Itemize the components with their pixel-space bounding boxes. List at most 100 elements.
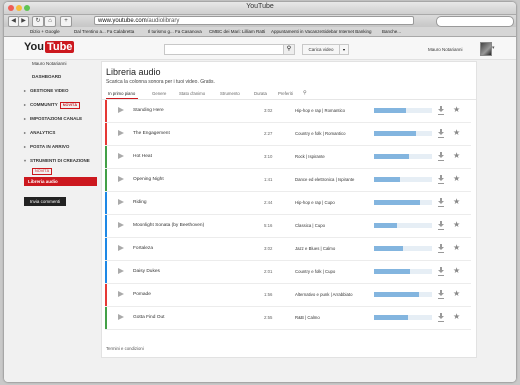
add-bookmark-button[interactable]: + [60,16,72,27]
home-button[interactable]: ⌂ [44,16,56,27]
sidebar-item-audio-library[interactable]: Libreria audio [24,177,97,186]
track-row[interactable]: The Engagement 2:27 Country e folk | Roman… [105,123,471,146]
track-progress-bar[interactable] [374,200,432,205]
track-progress-bar[interactable] [374,246,432,251]
download-icon[interactable] [438,152,444,160]
star-icon[interactable]: ★ [453,220,460,229]
download-icon[interactable] [438,290,444,298]
star-icon[interactable]: ★ [453,151,460,160]
download-icon[interactable] [438,198,444,206]
tab-mood[interactable]: Stato d'animo [179,91,205,96]
star-icon[interactable]: ★ [453,174,460,183]
track-progress-fill [374,292,420,297]
download-icon[interactable] [438,175,444,183]
track-progress-bar[interactable] [374,315,432,320]
reload-button[interactable]: ↻ [32,16,44,27]
genre-color-bar [105,284,107,306]
play-icon[interactable] [118,107,124,113]
play-icon[interactable] [118,176,124,182]
search-icon[interactable]: ⚲ [283,44,295,55]
search-icon[interactable]: ⚲ [303,90,307,96]
tab-genre[interactable]: Genere [152,91,166,96]
bookmark-item[interactable]: Dal Trentino a... Fa Calabretta [74,29,134,34]
sidebar-item-creator-tools[interactable]: ▾ STRUMENTI DI CREAZIONE [24,158,90,163]
bookmark-item[interactable]: Appuntamenti in Vacanze [271,29,322,34]
track-row[interactable]: Gotta Find Out 2:55 R&B | Calmo ★ [105,307,471,330]
tab-duration[interactable]: Durata [254,91,267,96]
sidebar-item-inbox[interactable]: ▸ POSTA IN ARRIVO [24,144,69,149]
page-title: Libreria audio [106,67,161,77]
play-icon[interactable] [118,291,124,297]
track-row[interactable]: Riding 2:44 Hip-hop e rap | Cupo ★ [105,192,471,215]
avatar[interactable] [480,42,492,56]
bookmark-item[interactable]: Dizio + Google [30,29,60,34]
sidebar-item-label: POSTA IN ARRIVO [30,144,70,149]
bookmark-item[interactable]: Sidebar Internet Banking [322,29,372,34]
download-icon[interactable] [438,106,444,114]
terms-link[interactable]: Termini e condizioni [106,346,144,351]
track-progress-bar[interactable] [374,131,432,136]
track-row[interactable]: Hot Heat 3:10 Rock | Ispirante ★ [105,146,471,169]
play-icon[interactable] [118,222,124,228]
tab-favorites[interactable]: Preferiti [278,91,293,96]
send-feedback-button[interactable]: Invia commenti [24,197,66,206]
download-icon[interactable] [438,244,444,252]
play-icon[interactable] [118,268,124,274]
search-input[interactable] [164,44,284,55]
sidebar-item-channel-settings[interactable]: ▸ IMPOSTAZIONI CANALE [24,116,82,121]
play-icon[interactable] [118,153,124,159]
track-row[interactable]: Fortaleza 3:02 Jazz e Blues | Calmo ★ [105,238,471,261]
track-duration: 2:44 [264,200,273,205]
sidebar-item-analytics[interactable]: ▸ ANALYTICS [24,130,55,135]
track-duration: 3:10 [264,154,273,159]
play-icon[interactable] [118,199,124,205]
forward-button[interactable]: ▶ [18,16,29,27]
tab-instrument[interactable]: Strumento [220,91,240,96]
play-icon[interactable] [118,314,124,320]
sidebar-item-community[interactable]: ▸ COMMUNITY NOVITÀ [24,102,81,109]
sidebar-item-dashboard[interactable]: DASHBOARD [32,74,61,79]
download-icon-base [438,137,444,138]
download-icon[interactable] [438,267,444,275]
track-row[interactable]: Moonlight Sonata (by Beethoven) 5:16 Class… [105,215,471,238]
track-row[interactable]: Opening Night 1:41 Dance ed elettronica | … [105,169,471,192]
tab-featured[interactable]: In primo piano [108,91,135,96]
upload-button[interactable]: Carica video [302,44,340,55]
track-progress-bar[interactable] [374,108,432,113]
sidebar-item-video-manager[interactable]: ▸ GESTIONE VIDEO [24,88,69,93]
star-icon[interactable]: ★ [453,243,460,252]
header-username[interactable]: Mauro Notarianni [428,47,463,52]
download-icon[interactable] [438,221,444,229]
star-icon[interactable]: ★ [453,128,460,137]
track-title: Riding [133,200,147,205]
star-icon[interactable]: ★ [453,197,460,206]
download-icon[interactable] [438,313,444,321]
chevron-down-icon[interactable]: ▾ [492,45,495,51]
track-progress-bar[interactable] [374,154,432,159]
track-progress-bar[interactable] [374,269,432,274]
genre-color-bar [105,192,107,214]
track-row[interactable]: Standing Here 3:02 Hip-hop e rap | Romanti… [105,100,471,123]
star-icon[interactable]: ★ [453,289,460,298]
star-icon[interactable]: ★ [453,105,460,114]
bookmark-item[interactable]: CMBC dei Mari: Lilliam Ratti [209,29,265,34]
bookmark-item[interactable]: Il turismo g... Fa Casanova [148,29,202,34]
download-icon[interactable] [438,129,444,137]
track-progress-bar[interactable] [374,292,432,297]
youtube-logo[interactable]: You Tube [24,41,75,53]
track-row[interactable]: Pomade 1:56 Alternativo e punk | Arrabbiat… [105,284,471,307]
browser-search-field[interactable] [436,16,514,27]
track-progress-bar[interactable] [374,223,432,228]
bookmark-item[interactable]: Banche... [382,29,401,34]
sidebar-username[interactable]: Mauro Notarianni [32,61,67,66]
address-bar[interactable]: www.youtube.com/audiolibrary [94,16,414,25]
track-row[interactable]: Daisy Dukes 2:01 Country e folk | Cupo ★ [105,261,471,284]
star-icon[interactable]: ★ [453,312,460,321]
chevron-down-icon[interactable]: ▾ [339,44,349,55]
play-icon[interactable] [118,130,124,136]
track-title: Hot Heat [133,154,152,159]
download-icon-base [438,160,444,161]
track-progress-bar[interactable] [374,177,432,182]
play-icon[interactable] [118,245,124,251]
star-icon[interactable]: ★ [453,266,460,275]
